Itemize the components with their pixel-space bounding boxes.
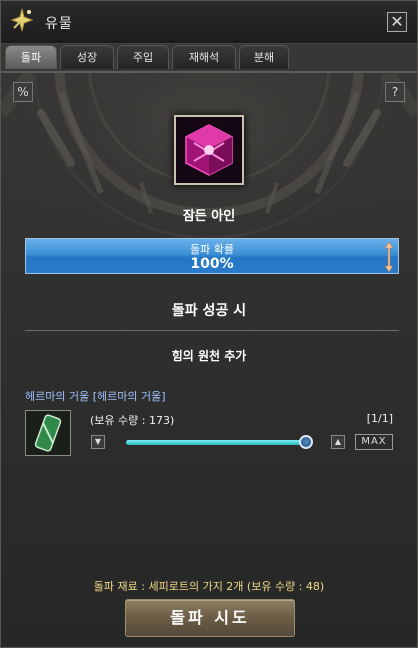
help-button[interactable]: ? bbox=[385, 82, 405, 102]
tab-bar: 돌파 성장 주입 재해석 분해 bbox=[5, 45, 289, 71]
tab-reinterpret[interactable]: 재해석 bbox=[172, 45, 236, 69]
tab-growth[interactable]: 성장 bbox=[60, 45, 114, 69]
divider bbox=[25, 330, 399, 331]
tab-breakthrough[interactable]: 돌파 bbox=[5, 45, 57, 69]
decrease-button[interactable]: ▼ bbox=[91, 435, 105, 449]
close-button[interactable]: ✕ bbox=[387, 12, 407, 32]
quantity-slider[interactable] bbox=[126, 435, 313, 449]
max-button[interactable]: MAX bbox=[355, 434, 393, 450]
breakthrough-rate-bar: 돌파 확률 100% bbox=[25, 238, 399, 274]
increase-button[interactable]: ▲ bbox=[331, 435, 345, 449]
slider-thumb[interactable] bbox=[299, 435, 313, 449]
star-sparkle-icon bbox=[10, 8, 34, 32]
slider-fill bbox=[126, 440, 306, 445]
mirror-icon bbox=[26, 411, 70, 455]
material-item-slot[interactable] bbox=[25, 410, 71, 456]
material-ratio: [1/1] bbox=[366, 412, 393, 425]
breakthrough-material-info: 돌파 재료 : 세피로트의 가지 2개 (보유 수량 : 48) bbox=[93, 580, 325, 593]
attempt-breakthrough-button[interactable]: 돌파 시도 bbox=[125, 599, 295, 637]
tab-infuse[interactable]: 주입 bbox=[117, 45, 169, 69]
relic-icon-frame[interactable] bbox=[174, 115, 244, 185]
owned-count: (보유 수량 : 173) bbox=[90, 414, 175, 427]
success-title: 돌파 성공 시 bbox=[171, 303, 247, 319]
ornament-background bbox=[1, 73, 417, 333]
tab-disassemble[interactable]: 분해 bbox=[239, 45, 289, 69]
magenta-cube-icon bbox=[176, 117, 242, 183]
relic-window: 유물 ✕ 돌파 성장 주입 재해석 분해 % ? 잠든 아인 돌파 확률 100… bbox=[0, 0, 418, 648]
title-bar: 유물 ✕ bbox=[1, 1, 417, 44]
relic-name: 잠든 아인 bbox=[182, 209, 236, 224]
percent-button[interactable]: % bbox=[13, 82, 33, 102]
material-name: 헤르마의 거울 [헤르마의 거울] bbox=[25, 390, 166, 403]
rate-value: 100% bbox=[190, 256, 234, 272]
rate-label: 돌파 확률 bbox=[190, 243, 234, 256]
success-effect: 힘의 원천 추가 bbox=[171, 349, 247, 363]
double-arrow-icon bbox=[384, 241, 394, 273]
window-title: 유물 bbox=[45, 16, 73, 32]
